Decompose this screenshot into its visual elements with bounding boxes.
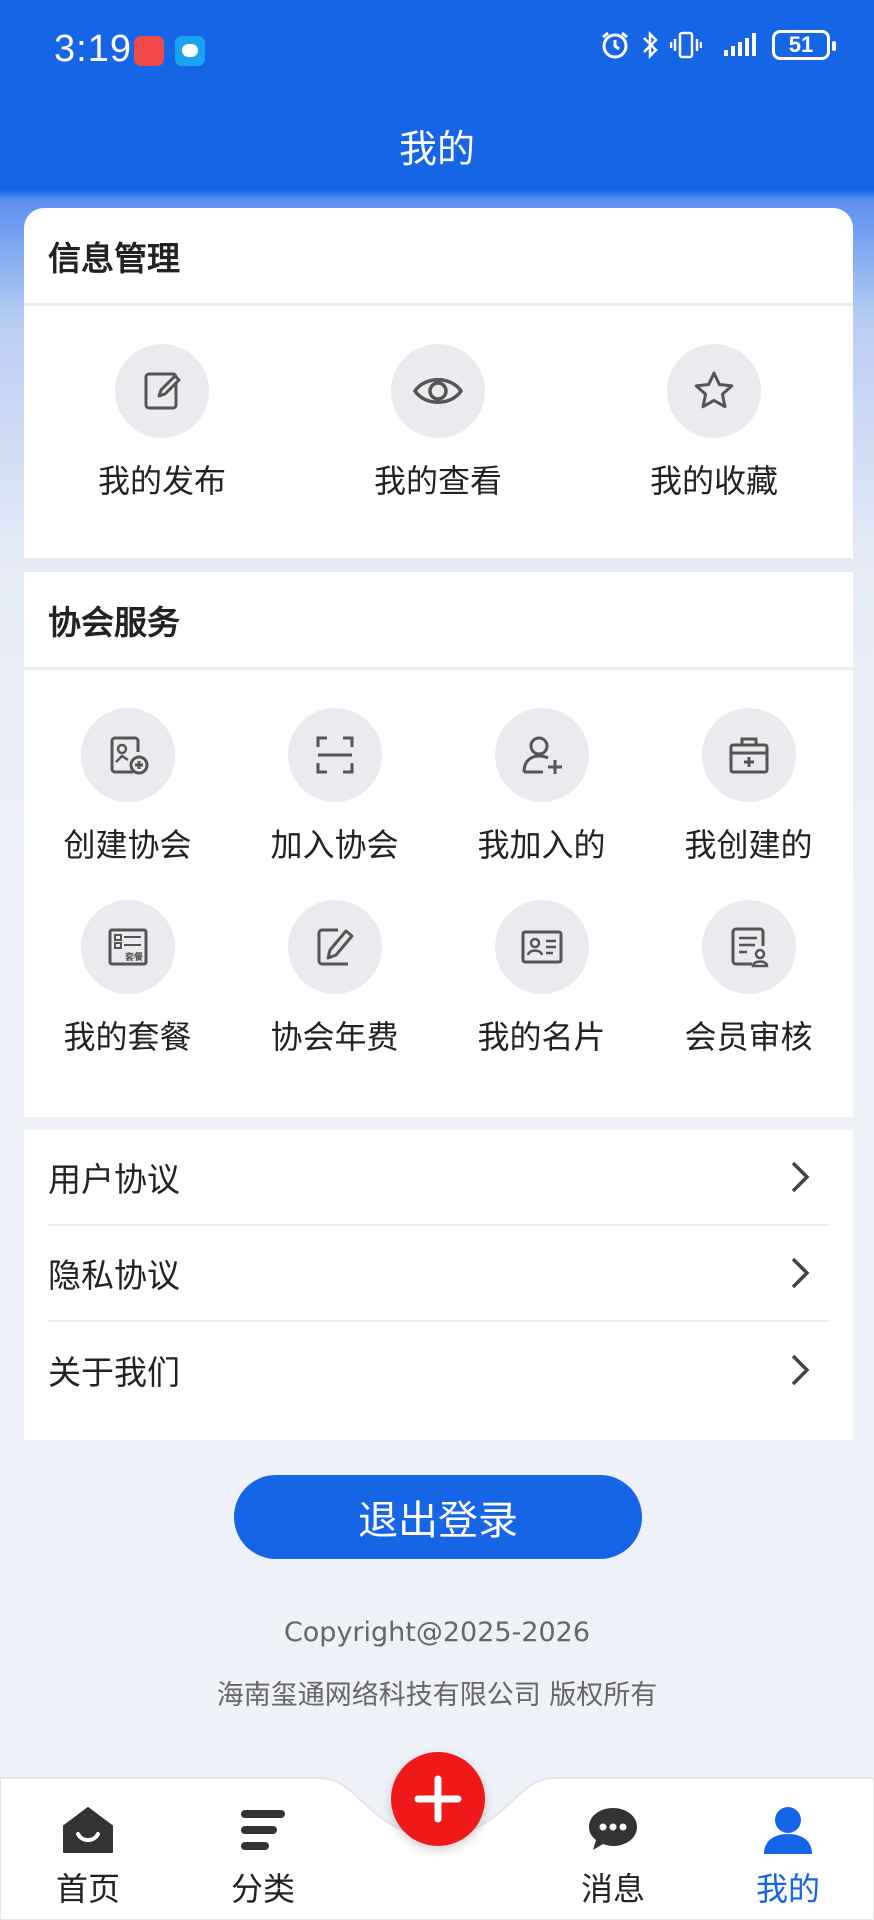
create-association-item[interactable]: 创建协会 <box>24 708 231 900</box>
package-icon-text: 套餐 <box>124 951 143 963</box>
my-package-item[interactable]: 套餐 我的套餐 <box>24 900 231 1092</box>
status-time: 3:19 <box>54 28 132 70</box>
joined-associations-item[interactable]: 我加入的 <box>438 708 645 900</box>
edit-icon <box>287 900 382 994</box>
medkit-icon <box>701 708 796 802</box>
home-icon <box>63 1807 113 1853</box>
chevron-right-icon <box>791 1161 810 1193</box>
status-icons: 51 <box>600 30 836 60</box>
nav-messages[interactable]: 消息 <box>543 1804 683 1910</box>
edit-icon <box>115 344 209 438</box>
huawei-app-icon <box>134 36 164 66</box>
nav-profile[interactable]: 我的 <box>718 1804 858 1910</box>
page-title: 我的 <box>398 127 475 171</box>
join-association-item[interactable]: 加入协会 <box>231 708 438 900</box>
chevron-right-icon <box>791 1257 810 1289</box>
info-management-card: 信息管理 我的发布 我的查看 我的收藏 <box>24 208 853 558</box>
section-title-info: 信息管理 <box>24 208 853 306</box>
my-posts-item[interactable]: 我的发布 <box>24 344 300 502</box>
eye-icon <box>391 344 485 438</box>
association-service-card: 协会服务 创建协会 加入协会 我加入的 我创建的 套餐 我的套餐 协会年费 我的… <box>24 572 853 1117</box>
package-icon: 套餐 <box>80 900 175 994</box>
status-bar: 3:19 51 <box>0 0 874 100</box>
company-text: 海南玺通网络科技有限公司 版权所有 <box>216 1680 658 1711</box>
my-views-item[interactable]: 我的查看 <box>300 344 576 502</box>
alarm-icon <box>602 31 628 59</box>
my-card-item[interactable]: 我的名片 <box>438 900 645 1092</box>
section-title-association: 协会服务 <box>24 572 853 670</box>
user-add-icon <box>494 708 589 802</box>
bluetooth-icon <box>643 30 658 60</box>
message-app-icon <box>175 36 205 66</box>
vibrate-icon <box>670 31 702 59</box>
logout-button[interactable]: 退出登录 <box>234 1475 642 1559</box>
message-icon <box>589 1808 637 1850</box>
member-review-item[interactable]: 会员审核 <box>645 900 852 1092</box>
card-icon <box>494 900 589 994</box>
user-agreement-link[interactable]: 用户协议 <box>48 1130 829 1226</box>
scan-icon <box>287 708 382 802</box>
nav-home[interactable]: 首页 <box>18 1804 158 1910</box>
annual-fee-item[interactable]: 协会年费 <box>231 900 438 1092</box>
review-icon <box>701 900 796 994</box>
my-favorites-item[interactable]: 我的收藏 <box>576 344 852 502</box>
profile-icon <box>764 1807 812 1854</box>
battery-indicator: 51 <box>772 30 836 60</box>
nav-category[interactable]: 分类 <box>193 1804 333 1910</box>
signal-icon <box>724 33 756 56</box>
copyright-text: Copyright@2025-2026 <box>283 1617 591 1648</box>
create-association-icon <box>80 708 175 802</box>
category-icon <box>241 1810 285 1850</box>
add-post-button[interactable] <box>391 1752 485 1846</box>
about-us-link[interactable]: 关于我们 <box>48 1322 829 1418</box>
links-card: 用户协议 隐私协议 关于我们 <box>24 1130 853 1440</box>
privacy-agreement-link[interactable]: 隐私协议 <box>48 1226 829 1322</box>
chevron-right-icon <box>791 1354 810 1386</box>
plus-icon <box>414 1775 462 1823</box>
created-associations-item[interactable]: 我创建的 <box>645 708 852 900</box>
star-icon <box>667 344 761 438</box>
